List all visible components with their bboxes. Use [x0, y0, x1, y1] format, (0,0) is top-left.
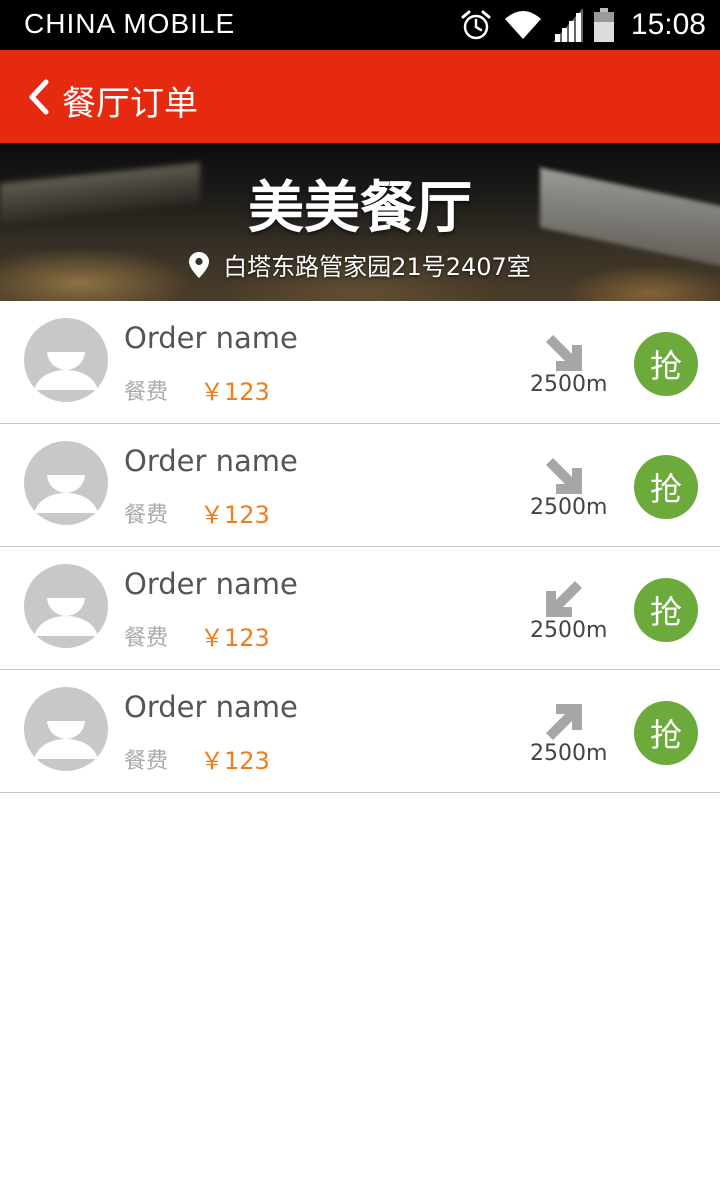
back-button[interactable]: [18, 72, 58, 122]
order-name: Order name: [124, 444, 298, 478]
order-row[interactable]: Order name 餐费 ￥123 2500m 抢: [0, 424, 720, 547]
order-row[interactable]: Order name 餐费 ￥123 2500m 抢: [0, 301, 720, 424]
fee-value: ￥123: [200, 501, 270, 529]
clock: 15:08: [630, 8, 706, 41]
user-avatar-icon: [34, 701, 98, 759]
wifi-icon: [504, 11, 541, 39]
app-bar: 餐厅订单: [0, 50, 720, 143]
restaurant-name: 美美餐厅: [248, 176, 472, 241]
distance: 2500m: [530, 495, 608, 520]
grab-order-button[interactable]: 抢: [634, 455, 698, 519]
order-name: Order name: [124, 321, 298, 355]
restaurant-banner: 美美餐厅 白塔东路管家园21号2407室: [0, 143, 720, 301]
distance: 2500m: [530, 618, 608, 643]
map-pin-icon: [189, 251, 210, 278]
arrow-up-right-icon: [546, 704, 582, 740]
avatar: [24, 441, 108, 525]
user-avatar-icon: [34, 332, 98, 390]
carrier-name: CHINA MOBILE: [24, 8, 236, 39]
arrow-down-right-icon: [546, 458, 582, 494]
status-bar: CHINA MOBILE 15:08: [0, 0, 720, 50]
fee-label: 餐费: [124, 626, 169, 651]
fee-value: ￥123: [200, 747, 270, 775]
fee-label: 餐费: [124, 380, 169, 405]
signal-icon: [552, 8, 583, 42]
avatar: [24, 687, 108, 771]
restaurant-address: 白塔东路管家园21号2407室: [223, 253, 531, 281]
grab-order-button[interactable]: 抢: [634, 332, 698, 396]
page-title: 餐厅订单: [62, 84, 198, 124]
status-icons: 15:08: [459, 6, 706, 44]
arrow-down-left-icon: [546, 581, 582, 617]
order-name: Order name: [124, 567, 298, 601]
battery-icon: [593, 8, 614, 42]
fee-value: ￥123: [200, 378, 270, 406]
user-avatar-icon: [34, 578, 98, 636]
order-name: Order name: [124, 690, 298, 724]
chevron-left-icon: [29, 79, 49, 115]
distance: 2500m: [530, 372, 608, 397]
grab-order-button[interactable]: 抢: [634, 578, 698, 642]
arrow-down-right-icon: [546, 335, 582, 371]
grab-order-button[interactable]: 抢: [634, 701, 698, 765]
order-list: Order name 餐费 ￥123 2500m 抢 Order name 餐费…: [0, 301, 720, 793]
fee-value: ￥123: [200, 624, 270, 652]
user-avatar-icon: [34, 455, 98, 513]
restaurant-address-row: 白塔东路管家园21号2407室: [0, 247, 720, 282]
avatar: [24, 564, 108, 648]
alarm-icon: [461, 10, 491, 40]
distance: 2500m: [530, 741, 608, 766]
order-row[interactable]: Order name 餐费 ￥123 2500m 抢: [0, 670, 720, 793]
order-row[interactable]: Order name 餐费 ￥123 2500m 抢: [0, 547, 720, 670]
fee-label: 餐费: [124, 749, 169, 774]
avatar: [24, 318, 108, 402]
fee-label: 餐费: [124, 503, 169, 528]
